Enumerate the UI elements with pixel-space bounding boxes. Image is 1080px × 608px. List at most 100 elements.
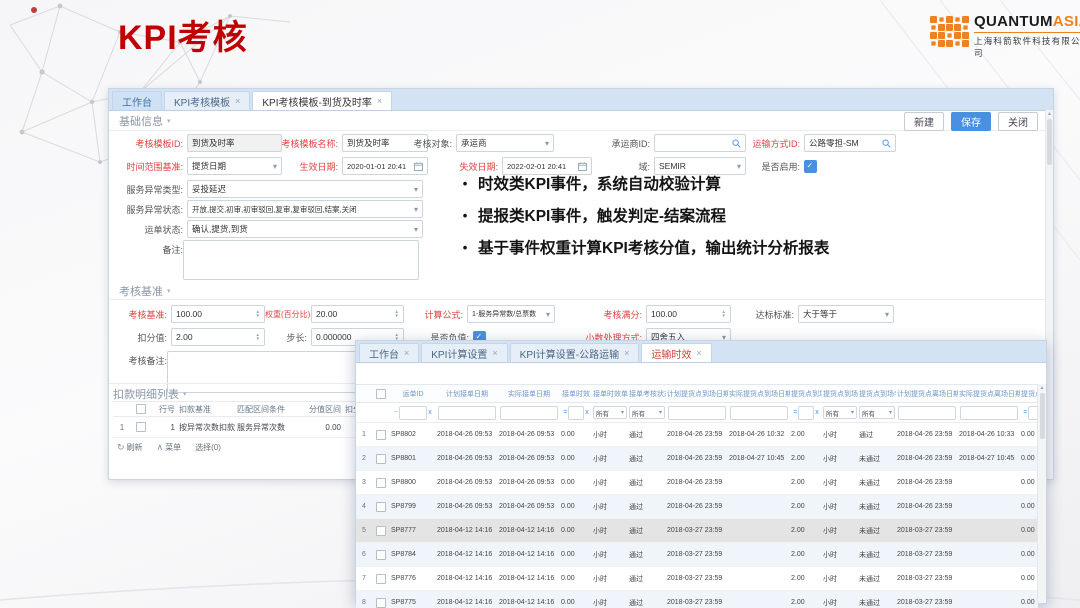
filter-input[interactable] [798,406,814,420]
collapse-icon[interactable]: ▾ [167,117,171,125]
remark-textarea[interactable] [183,240,419,280]
refresh-button[interactable]: ↻刷新 [117,442,143,453]
field-time-basis: 时间范围基准: 提货日期▾ [111,157,282,175]
waybill-status-select[interactable]: 确认,提货,到货▾ [187,220,423,238]
filter-input[interactable] [438,406,496,420]
filter-input[interactable] [730,406,788,420]
transport-row[interactable]: 2SP88012018-04-26 09:532018-04-26 09:530… [356,447,1038,471]
filter-select[interactable]: 所有▾ [823,406,857,419]
spinner-arrows-icon[interactable]: ▲▼ [393,310,399,319]
filter-select-value: 所有 [596,408,609,418]
table-cell: 2018-04-27 10:45 [728,455,790,462]
tab-close-icon[interactable]: × [624,348,629,358]
clear-filter-icon[interactable]: x [815,409,819,416]
new-button[interactable]: 新建 [904,112,944,131]
transport-row[interactable]: 3SP88002018-04-26 09:532018-04-26 09:530… [356,471,1038,495]
table-cell: 未通过 [858,574,896,584]
table-cell: 2018-04-26 23:59 [666,479,728,486]
assess-target-select[interactable]: 承运商▾ [456,134,554,152]
select-all-checkbox[interactable] [136,404,146,414]
full-score-spinner[interactable]: 100.00▲▼ [646,305,731,323]
column-header: 接单时效 [560,389,592,399]
exception-type-select[interactable]: 妥投延迟▾ [187,180,423,198]
filter-input[interactable] [898,406,956,420]
table-cell: 0.00 [1020,527,1038,534]
deduct-value-spinner[interactable]: 2.00▲▼ [171,328,265,346]
filter-select[interactable]: 所有▾ [859,406,895,419]
close-button[interactable]: 关闭 [998,112,1038,131]
tab-KPI计算设置-公路运输[interactable]: KPI计算设置-公路运输× [510,343,640,362]
select-all-checkbox[interactable] [376,389,386,399]
spinner-arrows-icon[interactable]: ▲▼ [254,310,260,319]
row-checkbox[interactable] [376,502,386,512]
time-basis-select[interactable]: 提货日期▾ [187,157,282,175]
filter-input[interactable] [960,406,1018,420]
filter-input[interactable] [399,406,427,420]
calendar-icon[interactable] [412,162,423,171]
tab-close-icon[interactable]: × [404,348,409,358]
clear-filter-icon[interactable]: x [585,409,589,416]
collapse-icon[interactable]: ▾ [183,390,187,398]
transport-row[interactable]: 5SP87772018-04-12 14:162018-04-12 14:160… [356,519,1038,543]
row-checkbox[interactable] [376,598,386,608]
menu-button[interactable]: ∧菜单 [157,442,182,453]
exception-status-select[interactable]: 开放,提交,初审,初审驳回,复审,复审驳回,结案,关闭▾ [187,200,423,218]
field-remark-label: 备注: [111,240,187,258]
carrier-id-value[interactable] [659,138,730,148]
tab-KPI计算设置[interactable]: KPI计算设置× [421,343,507,362]
transport-mode-search-input[interactable] [804,134,896,152]
spinner-arrows-icon[interactable]: ▲▼ [720,310,726,319]
tab-close-icon[interactable]: × [492,348,497,358]
template-id-input[interactable] [187,134,282,152]
tab-close-icon[interactable]: × [377,96,382,106]
clear-filter-icon[interactable]: x [428,409,432,416]
scrollbar-thumb[interactable] [1040,393,1045,439]
row-checkbox[interactable] [376,478,386,488]
table-cell: 2018-04-26 10:33 [958,431,1020,438]
formula-select[interactable]: 1-服务异常数/总票数▾ [467,305,555,323]
tab-工作台[interactable]: 工作台 [112,91,162,110]
row-checkbox[interactable] [376,454,386,464]
transport-row[interactable]: 8SP87752018-04-12 14:162018-04-12 14:160… [356,591,1038,608]
collapse-icon[interactable]: ▾ [167,287,171,295]
spinner-arrows-icon[interactable]: ▲▼ [254,333,260,342]
tab-KPI考核模板-到货及时率[interactable]: KPI考核模板-到货及时率 × [252,91,392,110]
transport-row[interactable]: 4SP87992018-04-26 09:532018-04-26 09:530… [356,495,1038,519]
filter-input[interactable] [668,406,726,420]
carrier-id-search-input[interactable] [654,134,746,152]
filter-cell: 所有▾ [822,406,858,419]
table-cell: 通过 [858,430,896,440]
transport-row[interactable]: 6SP87842018-04-12 14:162018-04-12 14:160… [356,543,1038,567]
effective-date-input[interactable]: 2020-01-01 20:41 [342,157,428,175]
tab-运输时效[interactable]: 运输时效× [641,343,711,362]
save-button[interactable]: 保存 [951,112,991,131]
filter-input[interactable] [568,406,584,420]
transport-row[interactable]: 1SP88022018-04-26 09:532018-04-26 09:530… [356,423,1038,447]
scroll-up-icon[interactable]: ▲ [1038,384,1046,392]
transport-mode-value[interactable] [809,138,880,148]
row-checkbox[interactable] [376,526,386,536]
row-checkbox[interactable] [376,574,386,584]
tab-close-icon[interactable]: × [696,348,701,358]
benchmark-base-spinner[interactable]: 100.00▲▼ [171,305,265,323]
window2-scrollbar[interactable]: ▲ [1037,384,1046,603]
field-exception-status: 服务异常状态: 开放,提交,初审,初审驳回,复审,复审驳回,结案,关闭▾ [111,200,423,218]
section-deduction-list: 扣款明细列表▾ [113,386,187,402]
template-id-value[interactable] [192,138,277,148]
standard-select[interactable]: 大于等于▾ [798,305,894,323]
scrollbar-thumb[interactable] [1047,119,1052,165]
row-checkbox[interactable] [376,430,386,440]
row-checkbox[interactable] [376,550,386,560]
row-checkbox[interactable] [136,422,146,432]
transport-row[interactable]: 7SP87762018-04-12 14:162018-04-12 14:160… [356,567,1038,591]
tab-label: KPI考核模板-到货及时率 [262,94,371,109]
scroll-up-icon[interactable]: ▲ [1046,110,1053,118]
tab-KPI考核模板[interactable]: KPI考核模板× [164,91,250,110]
filter-select[interactable]: 所有▾ [629,406,665,419]
weight-spinner[interactable]: 20.00▲▼ [311,305,404,323]
tab-close-icon[interactable]: × [235,96,240,106]
filter-select[interactable]: 所有▾ [593,406,627,419]
search-icon[interactable] [880,139,891,148]
tab-工作台[interactable]: 工作台× [359,343,419,362]
filter-input[interactable] [500,406,558,420]
